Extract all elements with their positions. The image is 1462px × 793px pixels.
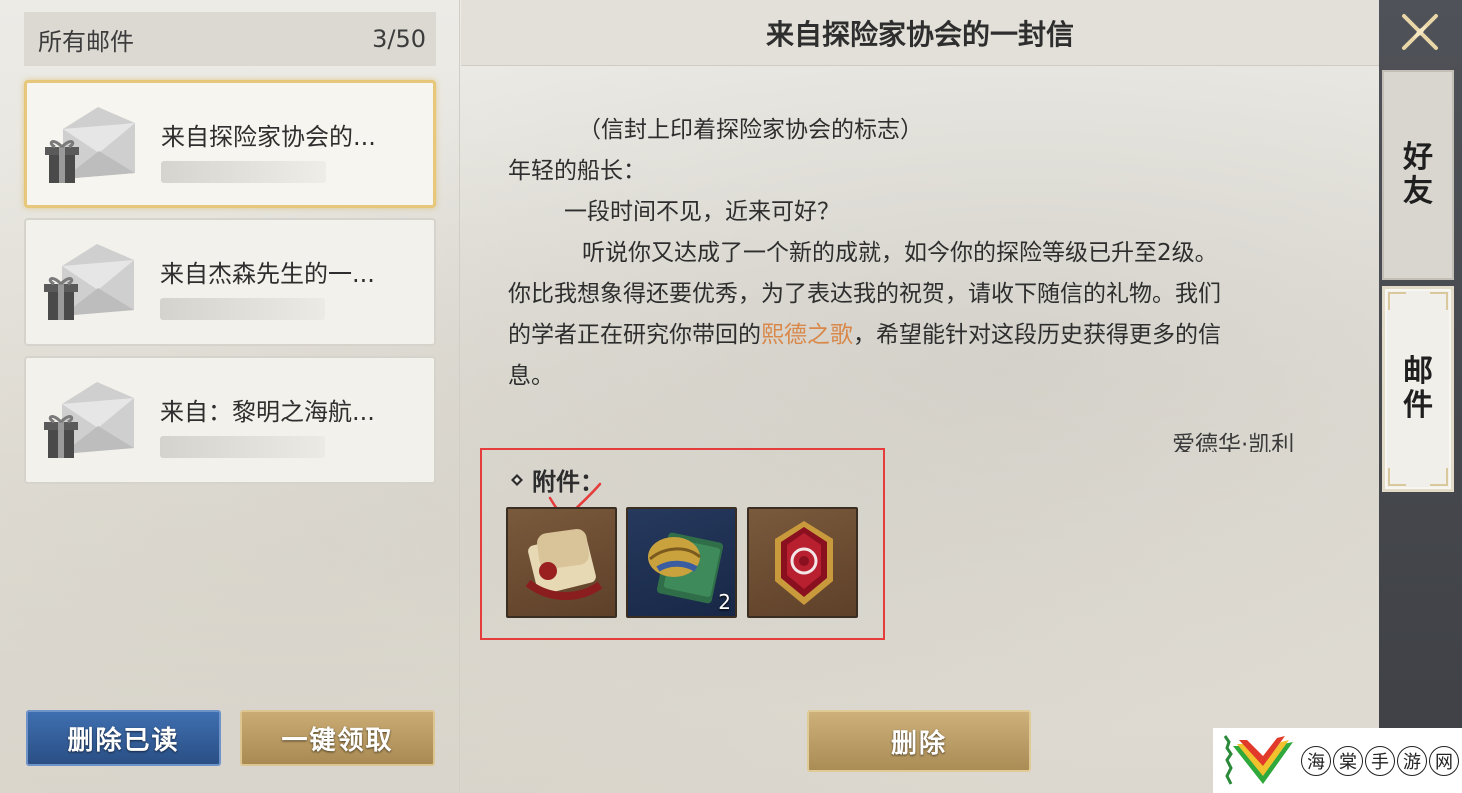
mail-subtitle-blur [160,436,325,458]
mail-title: 来自：黎明之海航... [160,398,375,426]
attachment-gem-item[interactable] [747,507,858,618]
mail-count: 3/50 [372,25,426,53]
mail-list-header: 所有邮件 3/50 [24,12,436,66]
frame-corner [1388,468,1406,486]
mail-title: 来自杰森先生的一... [160,260,375,288]
letter-line: 息。 [508,363,554,389]
frame-corner [1430,468,1448,486]
letter-body: （信封上印着探险家协会的标志） 年轻的船长： 一段时间不见，近来可好？ 听说你又… [508,110,1348,397]
watermark-char: 棠 [1333,745,1363,776]
frame-corner [1430,292,1448,310]
site-watermark: 海 棠 手 游 网 [1213,728,1462,793]
tab-friends[interactable]: 好 友 [1382,70,1454,280]
tab-label: 件 [1403,388,1433,423]
mail-title: 来自探险家协会的... [161,123,376,151]
watermark-char: 手 [1365,745,1395,776]
watermark-logo-icon [1223,734,1293,785]
gift-envelope-icon [42,376,152,466]
close-icon[interactable] [1396,8,1444,56]
mail-item[interactable]: 来自杰森先生的一... [24,218,436,346]
diamond-bullet-icon [511,473,523,486]
gift-envelope-icon [42,238,152,328]
mail-item[interactable]: 来自探险家协会的... [24,80,436,208]
tab-label: 好 [1403,140,1433,175]
letter-scroll-icon [525,528,603,600]
watermark-char: 游 [1397,745,1427,776]
letter-text: 的学者正在研究你带回的 [508,322,761,348]
mail-subtitle-blur [160,298,325,320]
mail-list-panel: 所有邮件 3/50 来自探险家协会的... 来自杰森先生的一... 来自：黎明之… [0,0,460,793]
attachment-scroll-item[interactable] [506,507,617,618]
attachment-map-item[interactable]: 2 [626,507,737,618]
delete-button[interactable]: 删除 [807,710,1031,772]
mail-subtitle-blur [161,161,326,183]
letter-line: 的学者正在研究你带回的熙德之歌，希望能针对这段历史获得更多的信 [508,315,1348,356]
letter-line: 听说你又达成了一个新的成就，如今你的探险等级已升至2级。 [582,240,1218,266]
letter-signature: 爱德华·凯利 [1172,432,1295,452]
claim-all-button[interactable]: 一键领取 [240,710,435,766]
tab-mail[interactable]: 邮 件 [1382,286,1454,492]
mail-list: 来自探险家协会的... 来自杰森先生的一... 来自：黎明之海航... [24,80,436,494]
frame-corner [1388,292,1406,310]
watermark-char: 海 [1301,745,1331,776]
mail-item[interactable]: 来自：黎明之海航... [24,356,436,484]
item-count: 2 [718,590,731,614]
letter-greeting: 年轻的船长： [508,158,646,184]
tab-label: 邮 [1403,354,1433,389]
delete-read-button[interactable]: 删除已读 [26,710,221,766]
tab-label: 友 [1403,174,1433,209]
letter-line: （信封上印着探险家协会的标志） [578,117,923,143]
watermark-text: 海 棠 手 游 网 [1301,745,1459,776]
all-mail-label: 所有邮件 [38,27,134,56]
letter-text: ，希望能针对这段历史获得更多的信 [853,322,1221,348]
red-gem-icon [775,521,833,605]
gift-envelope-icon [43,101,153,191]
letter-line: 你比我想象得还要优秀，为了表达我的祝贺，请收下随信的礼物。我们 [508,281,1221,307]
watermark-char: 网 [1429,745,1459,776]
letter-line: 一段时间不见，近来可好？ [564,199,840,225]
letter-title: 来自探险家协会的一封信 [461,0,1379,66]
highlight-keyword: 熙德之歌 [761,322,853,348]
